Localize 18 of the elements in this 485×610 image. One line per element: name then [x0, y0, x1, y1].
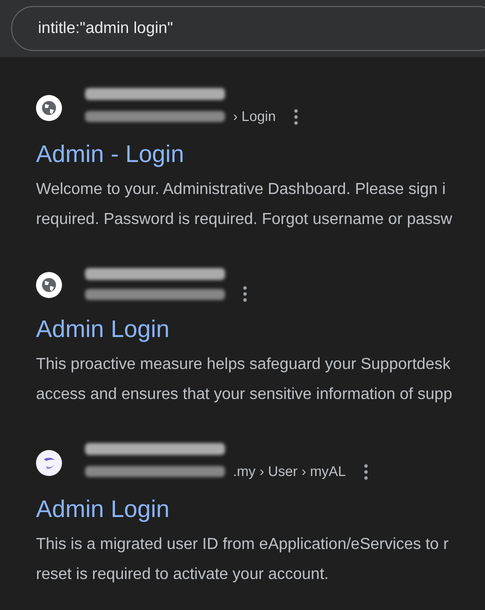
result-snippet: This proactive measure helps safeguard your Supportdesk [36, 355, 452, 375]
result-snippet: reset is required to activate your account. [36, 565, 330, 585]
site-logo-icon [36, 450, 62, 476]
globe-icon [36, 272, 62, 298]
result-snippet: This is a migrated user ID from eApplication/eServices to r [36, 535, 450, 555]
breadcrumb-path: .my › User › myAL [233, 462, 346, 481]
more-options-icon[interactable] [294, 108, 298, 124]
breadcrumb-path: › Login [233, 107, 276, 126]
search-field[interactable]: intitle:"admin login" [11, 6, 485, 51]
result-snippet: access and ensures that your sensitive information of supp [36, 385, 454, 405]
result-title-link[interactable]: Admin Login [36, 314, 170, 346]
result-title-link[interactable]: Admin Login [36, 494, 170, 526]
globe-icon [36, 94, 62, 120]
result-snippet: required. Password is required. Forgot username or passw [36, 210, 454, 230]
result-snippet: Welcome to your. Administrative Dashboard. Please sign i [36, 180, 447, 200]
more-options-icon[interactable] [243, 286, 247, 302]
result-title-link[interactable]: Admin - Login [36, 139, 184, 171]
more-options-icon[interactable] [364, 464, 368, 480]
